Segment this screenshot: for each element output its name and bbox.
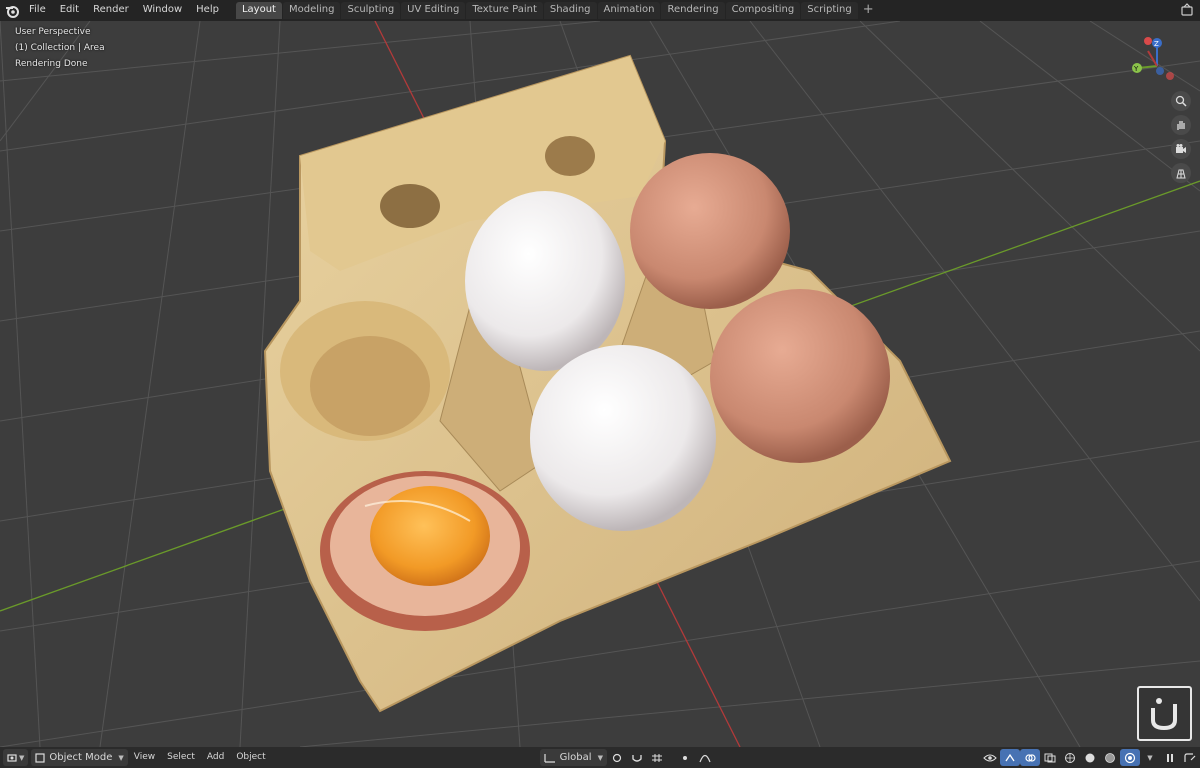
- menu-edit[interactable]: Edit: [53, 0, 86, 21]
- menu-select[interactable]: Select: [161, 749, 201, 766]
- navigation-gizmo: [1132, 37, 1174, 80]
- editor-type-dropdown[interactable]: ▼: [3, 749, 29, 766]
- brown-egg-back: [630, 153, 790, 309]
- menu-object[interactable]: Object: [230, 749, 271, 766]
- tab-uv-editing[interactable]: UV Editing: [401, 2, 466, 19]
- add-workspace-button[interactable]: +: [861, 3, 876, 18]
- tab-layout[interactable]: Layout: [235, 2, 282, 19]
- overlays-toggle-icon[interactable]: [1020, 749, 1040, 766]
- tab-rendering[interactable]: Rendering: [661, 2, 725, 19]
- snap-target-icon[interactable]: [647, 749, 667, 766]
- mode-dropdown[interactable]: Object Mode ▼: [31, 749, 128, 766]
- gizmo-z-label: Z: [1154, 40, 1159, 48]
- view-name-label: User Perspective: [15, 27, 91, 37]
- pause-render-icon[interactable]: [1160, 749, 1180, 766]
- bottom-header: ▼ Object Mode ▼ View Select Add Object G…: [0, 747, 1200, 768]
- camera-view-icon[interactable]: [1171, 139, 1191, 159]
- white-egg-front: [530, 345, 716, 531]
- corner-icon[interactable]: [1180, 749, 1200, 766]
- menu-help[interactable]: Help: [189, 0, 226, 21]
- material-preview-shading-icon[interactable]: [1100, 749, 1120, 766]
- workspace-tabs: Layout Modeling Sculpting UV Editing Tex…: [235, 0, 876, 21]
- shading-options-chevron-icon[interactable]: ▼: [1140, 749, 1160, 766]
- visibility-eye-icon[interactable]: [980, 749, 1000, 766]
- scene-selector-icon[interactable]: [1180, 3, 1194, 20]
- tab-sculpting[interactable]: Sculpting: [341, 2, 401, 19]
- tab-modeling[interactable]: Modeling: [282, 2, 341, 19]
- object-mode-icon: [35, 752, 45, 763]
- solid-shading-icon[interactable]: [1080, 749, 1100, 766]
- zoom-icon[interactable]: [1171, 91, 1191, 111]
- render-status-label: Rendering Done: [15, 59, 88, 69]
- falloff-curve-icon[interactable]: [695, 749, 715, 766]
- tab-animation[interactable]: Animation: [597, 2, 661, 19]
- menu-add[interactable]: Add: [201, 749, 230, 766]
- pivot-point-icon[interactable]: [607, 749, 627, 766]
- proportional-editing-icon[interactable]: [675, 749, 695, 766]
- chevron-down-icon: ▼: [118, 753, 124, 762]
- chevron-down-icon: ▼: [597, 753, 603, 762]
- cracked-egg: [320, 471, 530, 631]
- xray-toggle-icon[interactable]: [1040, 749, 1060, 766]
- viewport-scene: Z Y: [0, 21, 1200, 747]
- white-egg-back: [465, 191, 625, 371]
- 3d-viewport[interactable]: Z Y User Perspective (1) Collection | Ar…: [0, 21, 1200, 747]
- transform-orientation-dropdown[interactable]: Global ▼: [539, 749, 607, 766]
- tab-texture-paint[interactable]: Texture Paint: [466, 2, 543, 19]
- orientation-label: Global: [559, 752, 592, 763]
- mode-label: Object Mode: [49, 752, 113, 763]
- menu-view[interactable]: View: [128, 749, 161, 766]
- tab-scripting[interactable]: Scripting: [801, 2, 858, 19]
- menu-file[interactable]: File: [22, 0, 53, 21]
- top-bar: File Edit Render Window Help Layout Mode…: [0, 0, 1200, 21]
- blender-logo-icon[interactable]: [2, 0, 22, 21]
- rendered-shading-icon[interactable]: [1120, 749, 1140, 766]
- wireframe-shading-icon[interactable]: [1060, 749, 1080, 766]
- collection-info-label: (1) Collection | Area: [15, 43, 105, 53]
- menu-render[interactable]: Render: [86, 0, 136, 21]
- brown-egg-right: [710, 289, 890, 463]
- chevron-down-icon: ▼: [19, 753, 25, 762]
- orientation-icon: [544, 753, 555, 763]
- orthographic-grid-icon[interactable]: [1171, 163, 1191, 183]
- tab-shading[interactable]: Shading: [543, 2, 597, 19]
- gizmo-y-label: Y: [1133, 65, 1139, 73]
- gizmo-toggle-icon[interactable]: [1000, 749, 1020, 766]
- tab-compositing[interactable]: Compositing: [725, 2, 801, 19]
- menu-window[interactable]: Window: [136, 0, 189, 21]
- pan-hand-icon[interactable]: [1171, 115, 1191, 135]
- snap-icon[interactable]: [627, 749, 647, 766]
- watermark-logo: [1137, 686, 1192, 741]
